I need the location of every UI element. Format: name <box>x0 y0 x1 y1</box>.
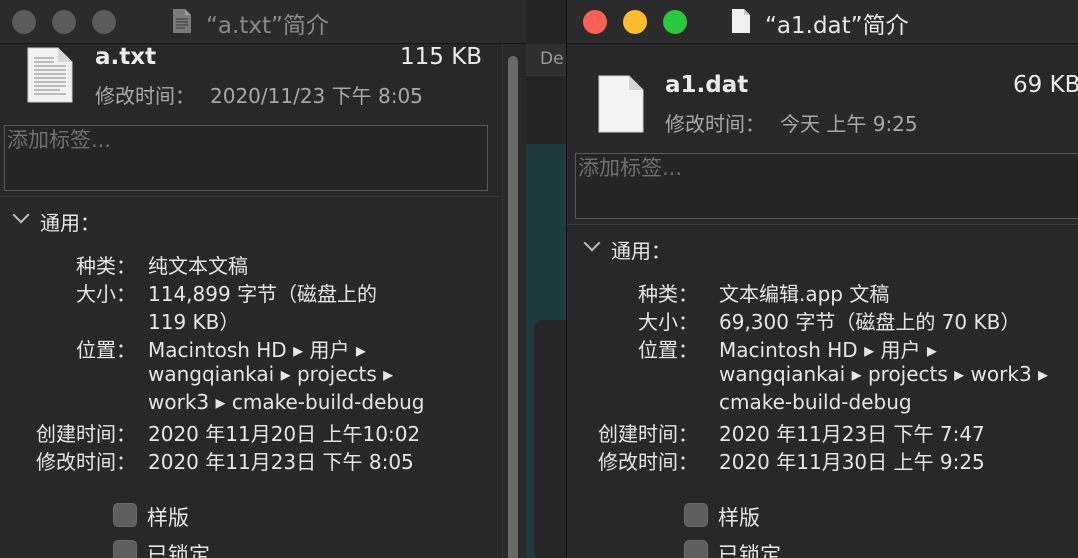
kind-value: 文本编辑.app 文稿 <box>719 282 890 306</box>
created-label: 创建时间： <box>598 422 698 446</box>
close-button[interactable] <box>12 10 36 34</box>
tags-input[interactable] <box>5 126 487 154</box>
info-window-a1-dat: “a1.dat”简介 a1.dat 69 KB 修改时间： 今天 上午 9:25… <box>566 0 1078 558</box>
where-value-line2: wangqiankai ▸ projects ▸ work3 ▸ <box>719 362 1049 386</box>
modified-label: 修改时间： <box>598 450 698 474</box>
window-titlebar[interactable]: “a1.dat”简介 <box>567 0 1078 44</box>
background-app-toolbar-text: De <box>540 49 564 69</box>
modified-label: 修改时间： <box>36 450 136 474</box>
file-size: 115 KB <box>400 44 483 70</box>
modified-time-label: 修改时间： <box>95 84 195 108</box>
where-value-line2: wangqiankai ▸ projects ▸ <box>148 362 394 386</box>
tags-field[interactable] <box>4 125 488 191</box>
size-label: 大小： <box>76 282 136 306</box>
general-section-header[interactable]: 通用： <box>611 235 671 264</box>
scrollbar-thumb[interactable] <box>508 56 518 558</box>
created-value: 2020 年11月20日 上午10:02 <box>148 422 421 446</box>
locked-checkbox[interactable] <box>113 540 137 558</box>
modified-time-label: 修改时间： <box>665 112 765 136</box>
text-document-icon <box>27 47 73 103</box>
section-divider <box>0 196 500 197</box>
modified-value: 2020 年11月30日 上午 9:25 <box>719 450 985 474</box>
zoom-button[interactable] <box>663 10 687 34</box>
locked-label: 已锁定 <box>147 543 210 558</box>
zoom-button[interactable] <box>92 10 116 34</box>
stationery-checkbox[interactable] <box>684 503 708 527</box>
size-value-line1: 114,899 字节（磁盘上的 <box>148 282 378 306</box>
document-icon <box>598 75 644 133</box>
where-value-line1: Macintosh HD ▸ 用户 ▸ <box>719 338 937 362</box>
tags-input[interactable] <box>576 154 1078 182</box>
minimize-button[interactable] <box>52 10 76 34</box>
window-title: “a.txt”简介 <box>206 13 329 39</box>
size-label: 大小： <box>638 310 698 334</box>
locked-label: 已锁定 <box>718 543 781 558</box>
size-value: 69,300 字节（磁盘上的 70 KB） <box>719 310 1021 334</box>
file-name: a.txt <box>95 44 157 70</box>
disclosure-chevron-icon[interactable] <box>583 234 601 252</box>
scrollbar[interactable] <box>502 44 522 558</box>
info-window-a-txt: “a.txt”简介 a.txt 115 KB 修改时间： 2020/11/23 … <box>0 0 526 558</box>
minimize-button[interactable] <box>623 10 647 34</box>
locked-checkbox[interactable] <box>684 540 708 558</box>
disclosure-chevron-icon[interactable] <box>12 206 30 224</box>
where-label: 位置： <box>638 338 698 362</box>
where-value-line3: work3 ▸ cmake-build-debug <box>148 390 425 414</box>
kind-label: 种类： <box>76 254 136 278</box>
modified-value: 2020 年11月23日 下午 8:05 <box>148 450 414 474</box>
file-name: a1.dat <box>665 72 749 98</box>
stationery-label: 样版 <box>718 506 760 530</box>
kind-value: 纯文本文稿 <box>148 254 248 278</box>
general-section-header[interactable]: 通用： <box>40 207 100 236</box>
where-label: 位置： <box>76 338 136 362</box>
kind-label: 种类： <box>638 282 698 306</box>
modified-time-value: 2020/11/23 下午 8:05 <box>210 84 423 108</box>
created-label: 创建时间： <box>36 422 136 446</box>
tags-field[interactable] <box>575 153 1078 219</box>
modified-time-value: 今天 上午 9:25 <box>780 112 918 136</box>
file-size: 69 KB <box>1013 72 1078 98</box>
where-value-line1: Macintosh HD ▸ 用户 ▸ <box>148 338 366 362</box>
stationery-checkbox[interactable] <box>113 503 137 527</box>
created-value: 2020 年11月23日 下午 7:47 <box>719 422 985 446</box>
window-titlebar[interactable]: “a.txt”简介 <box>0 0 526 44</box>
size-value-line2: 119 KB） <box>148 310 240 334</box>
close-button[interactable] <box>583 10 607 34</box>
stationery-label: 样版 <box>147 506 189 530</box>
text-document-icon <box>173 9 191 33</box>
window-title: “a1.dat”简介 <box>765 13 909 39</box>
document-icon <box>732 9 750 33</box>
section-divider <box>567 224 1078 225</box>
where-value-line3: cmake-build-debug <box>719 390 912 414</box>
